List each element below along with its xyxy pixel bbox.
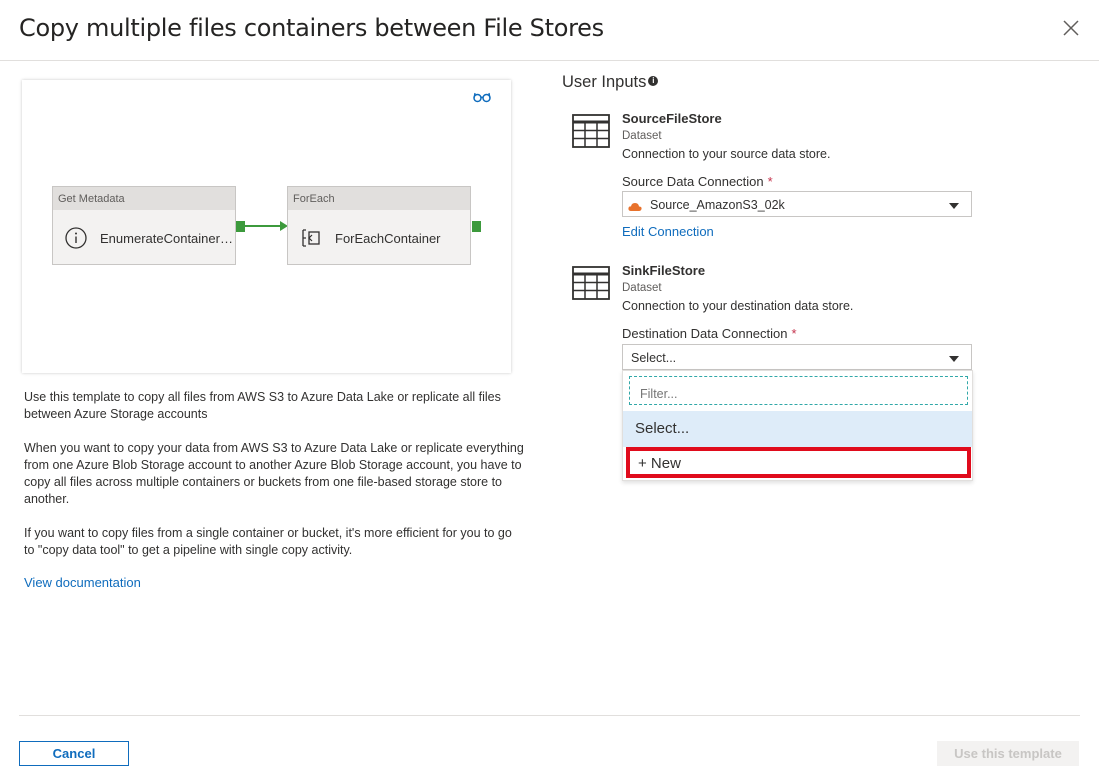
table-icon (572, 114, 610, 148)
activity-name: ForEachContainer (335, 231, 441, 246)
sink-connection-label: Destination Data Connection * (622, 326, 797, 341)
info-icon (65, 227, 87, 249)
sink-connection-select[interactable]: Select... (622, 344, 972, 370)
sink-dataset-type: Dataset (622, 282, 662, 294)
cancel-button[interactable]: Cancel (19, 741, 129, 766)
activity-get-metadata[interactable]: Get Metadata EnumerateContainers... (52, 186, 236, 265)
info-icon[interactable]: i (648, 76, 659, 86)
activity-type-label: Get Metadata (53, 187, 235, 210)
caret-down-icon (949, 203, 959, 209)
output-port[interactable] (236, 221, 245, 232)
pipeline-canvas[interactable]: Get Metadata EnumerateContainers... ForE… (22, 80, 511, 373)
description-detail: When you want to copy your data from AWS… (24, 441, 524, 506)
user-inputs-heading: User Inputs i (562, 73, 659, 92)
dropdown-option-select[interactable]: Select... (623, 411, 972, 447)
source-dataset-name: SourceFileStore (622, 111, 722, 126)
foreach-icon (300, 227, 322, 249)
edit-connection-link[interactable]: Edit Connection (622, 224, 714, 239)
description-intro: Use this template to copy all files from… (24, 390, 501, 421)
activity-name: EnumerateContainers... (100, 231, 235, 246)
activity-foreach[interactable]: ForEach ForEachContainer (287, 186, 471, 265)
source-connection-label: Source Data Connection * (622, 174, 773, 189)
table-icon (572, 266, 610, 300)
activity-type-label: ForEach (288, 187, 470, 210)
sink-connection-dropdown: Select... + New (622, 370, 973, 481)
description-tip: If you want to copy files from a single … (24, 526, 512, 557)
sink-dataset-description: Connection to your destination data stor… (622, 299, 854, 313)
required-marker: * (767, 174, 773, 189)
source-dataset-description: Connection to your source data store. (622, 147, 831, 161)
source-connection-select[interactable]: Source_AmazonS3_02k (622, 191, 972, 217)
dropdown-option-new[interactable]: + New (626, 447, 971, 478)
dialog-title: Copy multiple files containers between F… (19, 14, 604, 42)
template-dialog: Copy multiple files containers between F… (0, 0, 1099, 779)
selected-value: Select... (631, 351, 677, 365)
output-port[interactable] (472, 221, 481, 232)
amazon-s3-icon (628, 199, 642, 211)
glasses-icon[interactable] (473, 90, 491, 103)
source-dataset-type: Dataset (622, 130, 662, 142)
sink-dataset-name: SinkFileStore (622, 263, 706, 278)
required-marker: * (791, 326, 797, 341)
view-documentation-link[interactable]: View documentation (24, 574, 524, 591)
footer-divider (19, 715, 1080, 716)
header-divider (0, 60, 1099, 61)
use-template-button[interactable]: Use this template (937, 741, 1079, 766)
close-icon[interactable] (1058, 15, 1084, 41)
filter-input[interactable] (629, 376, 968, 405)
activity-connector (245, 225, 281, 227)
selected-value: Source_AmazonS3_02k (650, 198, 785, 212)
caret-down-icon (949, 356, 959, 362)
